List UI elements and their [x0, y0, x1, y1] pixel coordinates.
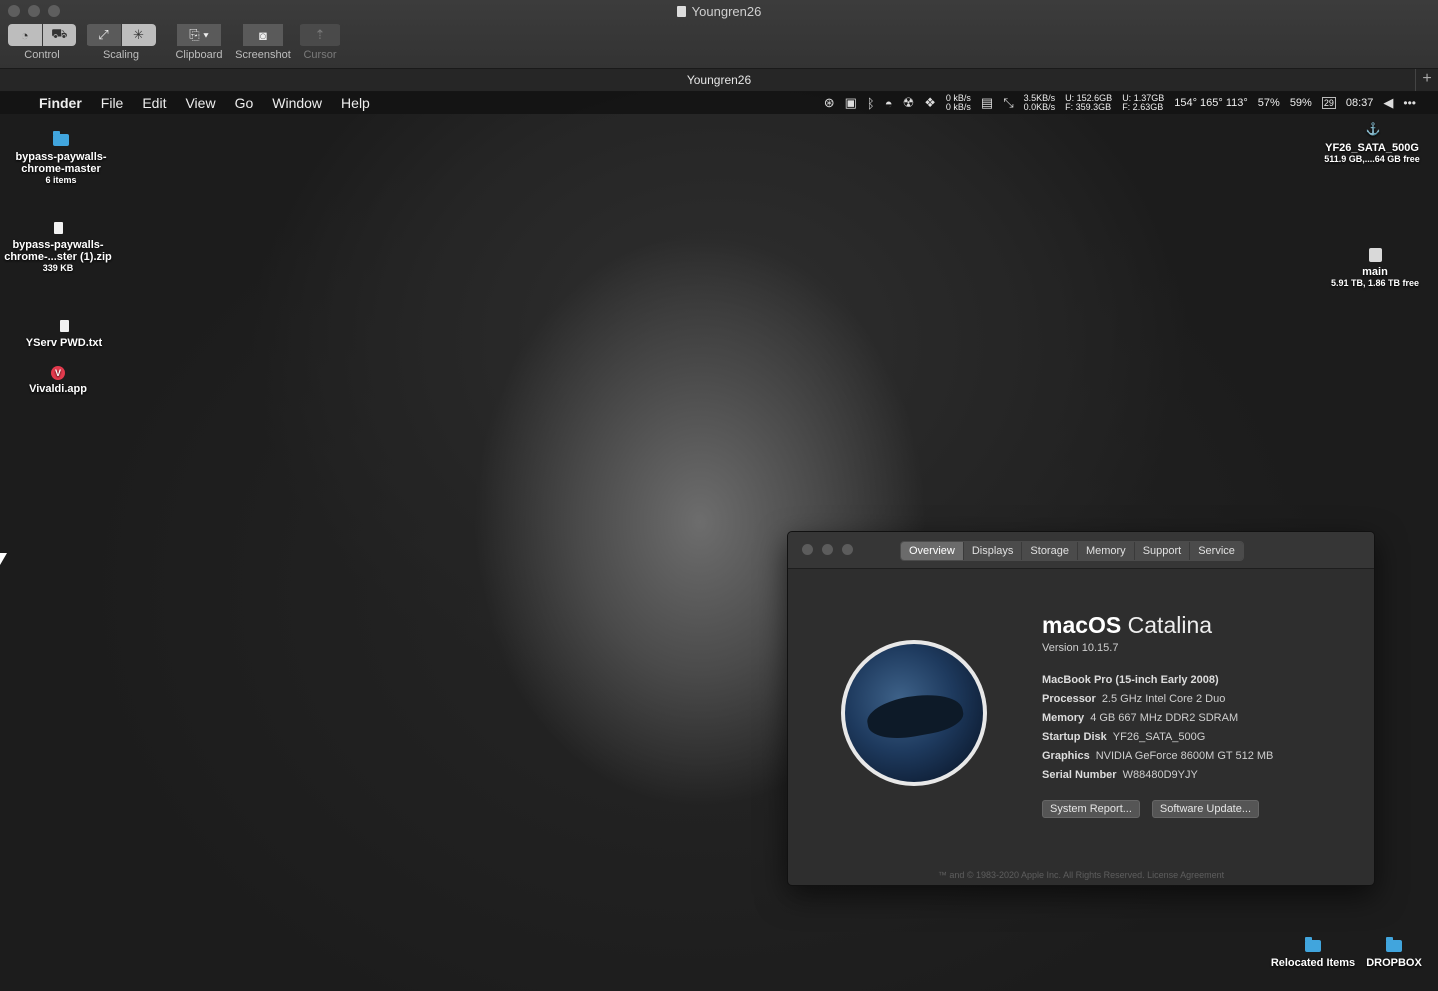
serial-row: Serial Number W88480D9YJY — [1042, 769, 1198, 781]
scaling-label: Scaling — [102, 49, 140, 61]
about-tabs: Overview Displays Storage Memory Support… — [900, 541, 1244, 561]
desktop-folder-bypass[interactable]: bypass-paywalls-chrome-master 6 items — [10, 131, 112, 185]
screenshot-group: ◙ Screenshot — [234, 24, 292, 61]
dropbox-icon[interactable]: ❖ — [924, 95, 936, 111]
processor-row: Processor 2.5 GHz Intel Core 2 Duo — [1042, 693, 1226, 705]
display-icon[interactable]: ▣ — [845, 95, 857, 111]
document-icon — [676, 6, 686, 17]
clock[interactable]: 08:37 — [1346, 97, 1374, 109]
startup-disk-row: Startup Disk YF26_SATA_500G — [1042, 731, 1206, 743]
cursor-group: ⇡ Cursor — [299, 24, 341, 61]
cursor-label: Cursor — [303, 49, 337, 61]
clipboard-group: ⎘ ▾ Clipboard — [172, 24, 226, 61]
vpn-icon[interactable]: ⊛ — [824, 95, 835, 111]
tab-service[interactable]: Service — [1190, 542, 1243, 560]
desktop-app-vivaldi[interactable]: V Vivaldi.app — [14, 366, 102, 395]
control-label: Control — [24, 49, 60, 61]
about-this-mac-window: Overview Displays Storage Memory Support… — [787, 531, 1375, 886]
control-pointer-button[interactable]: ◔ — [8, 24, 43, 46]
cpu-readout[interactable]: 57% — [1258, 97, 1280, 109]
control-group: ◔ ⛟ Control — [8, 24, 76, 61]
drive-icon[interactable]: ◓ — [885, 96, 893, 111]
bluetooth-icon[interactable]: ᛒ — [867, 96, 875, 111]
tab-youngren26[interactable]: Youngren26 — [687, 73, 751, 87]
memory-row: Memory 4 GB 667 MHz DDR2 SDRAM — [1042, 712, 1239, 724]
system-info: macOS Catalina Version 10.15.7 MacBook P… — [1042, 612, 1273, 781]
volume-icon[interactable]: ◀ — [1383, 95, 1393, 111]
menu-bar: Finder File Edit View Go Window Help ⊛ ▣… — [0, 92, 1438, 114]
tab-memory[interactable]: Memory — [1077, 542, 1135, 560]
cursor-icon[interactable]: ⇡ — [300, 24, 340, 46]
zip-file-icon — [53, 222, 63, 234]
window-titlebar: Youngren26 ◔ ⛟ Control ⤢ ✳ Scaling ⎘ ▾ C… — [0, 0, 1438, 69]
storage-stats-2[interactable]: U: 1.37GB F: 2.63GB — [1122, 94, 1164, 112]
graphics-row: Graphics NVIDIA GeForce 8600M GT 512 MB — [1042, 750, 1274, 762]
desktop-file-txt[interactable]: YServ PWD.txt — [14, 320, 114, 349]
window-title: Youngren26 — [0, 4, 1438, 19]
system-report-button[interactable]: System Report... — [1042, 800, 1140, 818]
macos-catalina-logo — [841, 640, 987, 786]
os-version: Version 10.15.7 — [1042, 642, 1119, 654]
tab-displays[interactable]: Displays — [963, 542, 1023, 560]
desktop-file-zip[interactable]: bypass-paywalls-chrome-...ster (1).zip 3… — [2, 222, 114, 273]
desktop-disk-main[interactable]: main 5.91 TB, 1.86 TB free — [1322, 248, 1428, 288]
menu-window[interactable]: Window — [272, 95, 322, 111]
folder-icon — [1305, 937, 1321, 952]
os-name: macOS Catalina — [1042, 612, 1213, 638]
calendar-date-icon[interactable]: 29 — [1321, 97, 1336, 109]
about-zoom-button[interactable] — [842, 544, 853, 555]
camera-icon[interactable]: ◙ — [243, 24, 283, 46]
folder-icon — [53, 131, 69, 146]
desktop-folder-dropbox[interactable]: DROPBOX — [1362, 937, 1426, 969]
folder-icon — [1386, 937, 1402, 952]
battery-readout[interactable]: 59% — [1290, 97, 1312, 109]
menu-go[interactable]: Go — [235, 95, 254, 111]
tab-overview[interactable]: Overview — [901, 542, 964, 560]
copyright-footer: ™ and © 1983-2020 Apple Inc. All Rights … — [937, 870, 1225, 880]
tab-bar: Youngren26 + — [0, 69, 1438, 92]
temperature-readout[interactable]: 154° 165° 113° — [1174, 97, 1248, 109]
expand-arrows-icon: ⤡ — [1003, 95, 1014, 110]
menu-finder[interactable]: Finder — [39, 95, 82, 111]
scale-expand-button[interactable]: ⤢ — [86, 24, 122, 46]
desktop-folder-relocated[interactable]: Relocated Items — [1266, 937, 1360, 969]
about-titlebar: Overview Displays Storage Memory Support… — [788, 532, 1374, 569]
vivaldi-icon: V — [51, 366, 65, 380]
clipboard-label: Clipboard — [175, 49, 223, 61]
more-icon[interactable]: ••• — [1403, 96, 1416, 110]
about-close-button[interactable] — [802, 544, 813, 555]
desktop-disk-yf26[interactable]: ⚓ YF26_SATA_500G 511.9 GB,....64 GB free — [1314, 122, 1430, 164]
observe-binoculars-button[interactable]: ⛟ — [42, 24, 76, 46]
add-tab-button[interactable]: + — [1415, 69, 1438, 91]
menu-view[interactable]: View — [185, 95, 215, 111]
activity-bars-icon: ▤ — [980, 95, 994, 110]
text-file-icon — [59, 320, 69, 332]
radiation-icon[interactable]: ☢ — [903, 95, 915, 111]
clipboard-icon[interactable]: ⎘ ▾ — [177, 24, 221, 46]
scale-fit-button[interactable]: ✳ — [121, 24, 156, 46]
menu-file[interactable]: File — [101, 95, 124, 111]
hard-disk-icon — [1368, 248, 1382, 262]
tab-support[interactable]: Support — [1134, 542, 1191, 560]
scaling-group: ⤢ ✳ Scaling — [86, 24, 156, 61]
external-disk-icon: ⚓ — [1365, 122, 1381, 136]
mac-model: MacBook Pro (15-inch Early 2008) — [1042, 674, 1219, 686]
network-stats[interactable]: 0 kB/s 0 kB/s — [946, 94, 971, 112]
tab-storage[interactable]: Storage — [1022, 542, 1078, 560]
about-minimize-button[interactable] — [822, 544, 833, 555]
storage-stats-1[interactable]: U: 152.6GB F: 359.3GB — [1065, 94, 1112, 112]
menu-edit[interactable]: Edit — [142, 95, 166, 111]
disk-activity-stats[interactable]: 3.5KB/s 0.0KB/s — [1024, 94, 1056, 112]
screenshot-label: Screenshot — [235, 49, 291, 61]
software-update-button[interactable]: Software Update... — [1151, 800, 1260, 818]
menu-help[interactable]: Help — [341, 95, 370, 111]
mouse-cursor — [0, 553, 7, 565]
